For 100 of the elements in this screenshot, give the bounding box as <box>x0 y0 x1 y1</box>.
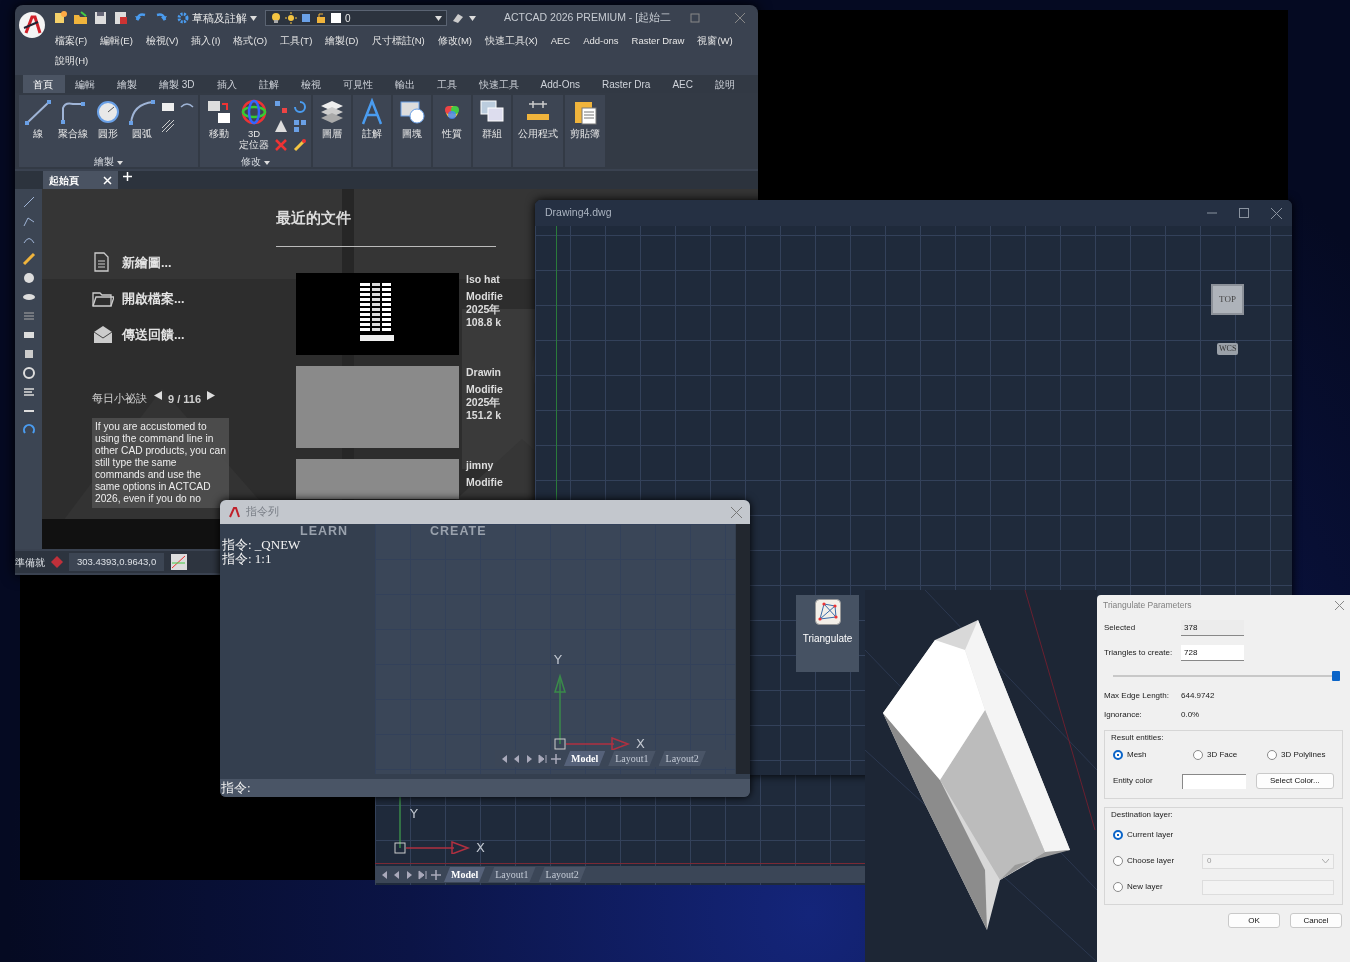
radio-option[interactable]: 3D Polylines <box>1267 745 1341 765</box>
menu-item[interactable]: 修改(M) <box>437 34 472 49</box>
menu-item[interactable]: Add-ons <box>583 34 619 49</box>
ribbon-tab[interactable]: 輸出 <box>384 75 427 93</box>
slider-thumb[interactable] <box>1332 671 1340 681</box>
copy-icon[interactable] <box>273 99 289 115</box>
add-tab-icon[interactable] <box>122 171 133 182</box>
dialog-button[interactable]: OK <box>1228 913 1280 928</box>
menu-item[interactable]: 編輯(E) <box>100 34 133 49</box>
radio-option[interactable]: New layer <box>1113 881 1202 893</box>
menu-item[interactable]: 說明(H) <box>55 54 89 69</box>
number-field[interactable]: 728 <box>1181 644 1244 661</box>
explode-icon[interactable] <box>292 137 308 153</box>
line-icon[interactable] <box>21 195 36 209</box>
layout-tab[interactable]: Layout2 <box>658 751 706 766</box>
ribbon-tab[interactable]: AEC <box>662 75 705 93</box>
ribbon-tab[interactable]: Add-Ons <box>530 75 593 93</box>
file-name[interactable]: Drawin <box>466 365 534 379</box>
hatch-icon[interactable] <box>160 118 176 134</box>
file-name[interactable]: jimny <box>466 458 534 472</box>
start-action-link[interactable]: 新繪圖... <box>92 245 172 281</box>
layout-tab[interactable]: Layout1 <box>488 867 536 882</box>
ribbon-button[interactable]: 剪貼簿 <box>568 97 602 167</box>
ribbon-tab[interactable]: 工具 <box>426 75 469 93</box>
menu-item[interactable]: 格式(O) <box>233 34 268 49</box>
file-thumbnail[interactable] <box>296 272 459 355</box>
layout-tab[interactable]: Model <box>564 751 606 766</box>
dialog-button[interactable]: Cancel <box>1290 913 1342 928</box>
view-cube[interactable]: TOP <box>1211 284 1244 315</box>
menu-item[interactable]: AEC <box>550 34 571 49</box>
save-as-icon[interactable] <box>113 10 129 26</box>
ribbon-button[interactable]: 3D 定位器 <box>237 97 271 155</box>
menu-item[interactable]: 快速工具(X) <box>484 34 538 49</box>
add-icon[interactable] <box>551 753 561 764</box>
last-icon[interactable] <box>418 869 428 880</box>
menu-item[interactable]: 繪製(D) <box>325 34 359 49</box>
mirror-icon[interactable] <box>273 118 289 134</box>
ribbon-button[interactable]: 註解 <box>356 97 388 167</box>
ribbon-tab[interactable]: 可見性 <box>332 75 385 93</box>
ribbon-button[interactable]: 圓弧 <box>126 97 158 155</box>
ribbon-button[interactable]: 移動 <box>203 97 235 155</box>
ribbon-button[interactable]: 圖層 <box>316 97 348 167</box>
close-icon[interactable] <box>1271 207 1282 219</box>
snap-toggle-icon[interactable] <box>170 553 189 571</box>
ribbon-tab[interactable]: 繪製 3D <box>149 75 207 93</box>
pencil-icon[interactable] <box>21 252 36 266</box>
menu-item[interactable]: 工具(T) <box>280 34 313 49</box>
ribbon-tab[interactable]: 註解 <box>248 75 291 93</box>
text-lines-icon[interactable] <box>21 385 36 399</box>
start-action-link[interactable]: 開啟檔案... <box>92 281 185 317</box>
menu-item[interactable]: 尺寸標註(N) <box>371 34 425 49</box>
menu-item[interactable]: Raster Draw <box>631 34 685 49</box>
layer-states-icon[interactable] <box>451 11 465 25</box>
layout-tab[interactable]: Model <box>444 867 486 882</box>
ribbon-button[interactable]: 圖塊 <box>396 97 428 167</box>
start-action-link[interactable]: 傳送回饋... <box>92 317 185 353</box>
ribbon-tab[interactable]: 檢視 <box>290 75 333 93</box>
ribbon-tab[interactable]: 插入 <box>206 75 249 93</box>
radio-option[interactable]: 3D Face <box>1193 745 1267 765</box>
ribbon-tab[interactable]: Raster Dra <box>592 75 663 93</box>
layer-dropdown[interactable]: 0 <box>265 10 447 26</box>
ribbon-button[interactable]: 聚合線 <box>56 97 90 155</box>
previous-icon[interactable] <box>392 869 402 880</box>
ribbon-button[interactable]: 群組 <box>476 97 508 167</box>
panel-title[interactable]: 繪製 <box>22 155 195 167</box>
radio-option[interactable]: Mesh <box>1113 745 1193 765</box>
maximize-icon[interactable] <box>1239 208 1249 218</box>
layout-tab[interactable]: Layout1 <box>608 751 656 766</box>
caret-icon[interactable] <box>469 15 476 21</box>
file-name[interactable]: Iso hat <box>466 272 534 286</box>
previous-icon[interactable] <box>154 391 162 400</box>
menu-item[interactable]: 檔案(F) <box>55 34 88 49</box>
file-thumbnail[interactable] <box>296 365 459 448</box>
scrollbar[interactable] <box>736 524 750 774</box>
save-icon[interactable] <box>93 10 109 26</box>
new-file-icon[interactable] <box>53 10 69 26</box>
open-folder-icon[interactable] <box>73 10 89 26</box>
ribbon-button[interactable]: 圓形 <box>92 97 124 155</box>
panel-title[interactable]: 修改 <box>203 155 308 167</box>
menu-item[interactable]: 視窗(W) <box>697 34 733 49</box>
ribbon-tab[interactable]: 編輯 <box>65 75 107 93</box>
workspace-dropdown[interactable]: 草稿及註解 <box>173 10 261 26</box>
document-tab[interactable]: 起始頁 <box>43 171 118 189</box>
ribbon-button[interactable]: 公用程式 <box>516 97 560 167</box>
menu-item[interactable]: 插入(I) <box>191 34 221 49</box>
triangulate-tool-button[interactable]: Triangulate <box>796 595 859 672</box>
array-icon[interactable] <box>292 118 308 134</box>
ribbon-tab[interactable]: 首頁 <box>23 75 65 93</box>
maximize-icon[interactable] <box>690 13 700 23</box>
radio-option[interactable]: Current layer <box>1113 829 1202 841</box>
circle-icon[interactable] <box>21 271 36 285</box>
ribbon-button[interactable]: 線 <box>22 97 54 155</box>
next-icon[interactable] <box>207 391 216 400</box>
last-icon[interactable] <box>538 753 548 764</box>
menu-item[interactable]: 檢視(V) <box>145 34 179 49</box>
ucs-label[interactable]: WCS <box>1217 343 1239 355</box>
rotate-icon[interactable] <box>292 99 308 115</box>
add-icon[interactable] <box>431 869 441 880</box>
ribbon-tab[interactable]: 說明 <box>704 75 747 93</box>
select-color-button[interactable]: Select Color... <box>1255 773 1334 789</box>
